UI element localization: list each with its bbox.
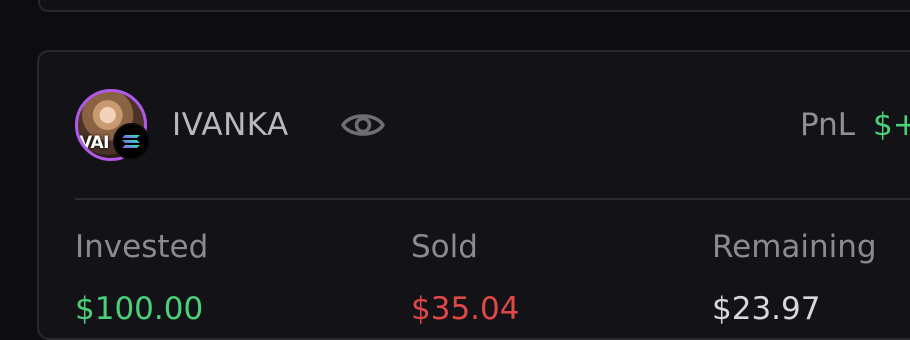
pnl-label: PnL [800,107,856,143]
sold-label: Sold [411,229,478,265]
solana-icon [113,123,150,160]
remaining-value: $23.97 [712,291,821,327]
wallet-name[interactable]: IVANKA [172,106,289,144]
eye-icon[interactable] [340,108,386,142]
remaining-label: Remaining [712,229,877,265]
invested-label: Invested [75,229,209,265]
invested-value: $100.00 [75,291,204,327]
sold-value: $35.04 [411,291,520,327]
avatar-caption: VAI [79,133,110,153]
previous-card [38,0,910,12]
pnl-value: $+ [873,107,910,143]
divider [75,198,910,200]
